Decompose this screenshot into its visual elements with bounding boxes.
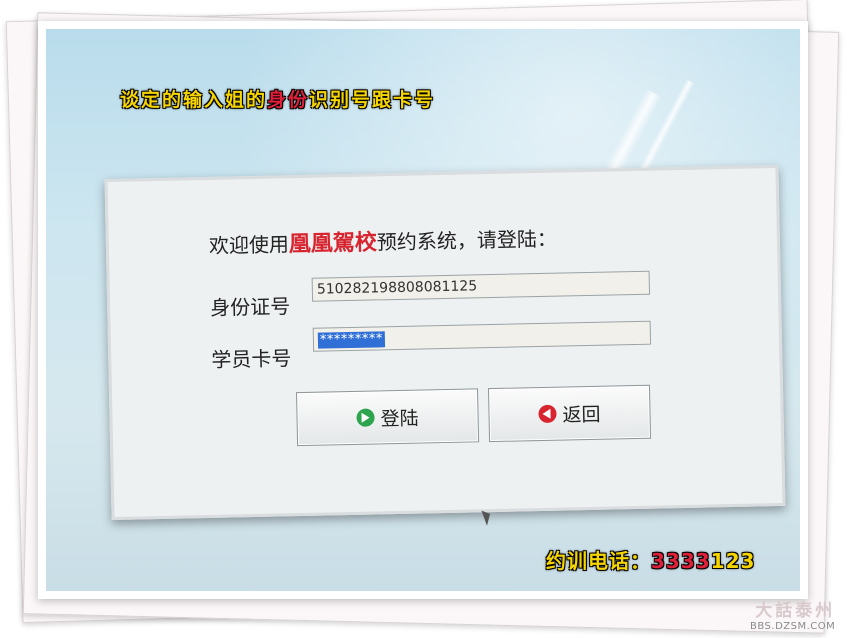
photo-frame: 谈定的输入姐的身份识别号跟卡号 欢迎使用凰凰駕校预约系统，请登陆： 身份证号 5… [38, 21, 808, 599]
card-number-label: 学员卡号 [211, 346, 292, 372]
caption-bottom: 约训电话：3333123 [546, 545, 755, 574]
login-icon [356, 408, 375, 427]
watermark-logo: 大話泰州 [755, 601, 836, 621]
caption-top-part2: 身份 [267, 89, 310, 111]
brand-name: 凰凰駕校 [288, 230, 378, 258]
login-dialog: 欢迎使用凰凰駕校预约系统，请登陆： 身份证号 51028219880808112… [104, 164, 786, 521]
login-button-label: 登陆 [380, 407, 419, 430]
welcome-suffix: 预约系统，请登陆： [376, 226, 558, 255]
caption-top-part1: 谈定的输入姐的 [120, 89, 268, 111]
id-number-value: 510282198808081125 [316, 278, 478, 298]
card-number-value: ********* [317, 331, 386, 349]
back-button[interactable]: 返回 [487, 384, 652, 443]
id-number-label: 身份证号 [209, 294, 291, 320]
welcome-text: 欢迎使用凰凰駕校预约系统，请登陆： [209, 221, 558, 260]
welcome-prefix: 欢迎使用 [208, 232, 290, 258]
id-number-input[interactable]: 510282198808081125 [311, 270, 651, 302]
caption-bottom-prefix: 约训电话： [546, 549, 651, 573]
caption-top-part3: 识别号跟卡号 [309, 89, 436, 111]
back-button-label: 返回 [562, 403, 601, 427]
monitor-screen: 谈定的输入姐的身份识别号跟卡号 欢迎使用凰凰駕校预约系统，请登陆： 身份证号 5… [46, 29, 800, 591]
watermark-url: BBS.DZSM.COM [750, 621, 836, 632]
caption-top: 谈定的输入姐的身份识别号跟卡号 [120, 85, 435, 112]
login-button[interactable]: 登陆 [296, 388, 480, 447]
caption-bottom-suffix: 123 [710, 549, 756, 573]
caption-bottom-highlight: 3333 [651, 549, 711, 573]
watermark: 大話泰州 BBS.DZSM.COM [750, 596, 835, 632]
card-number-input[interactable]: ********* [312, 320, 652, 352]
back-icon [538, 404, 557, 424]
